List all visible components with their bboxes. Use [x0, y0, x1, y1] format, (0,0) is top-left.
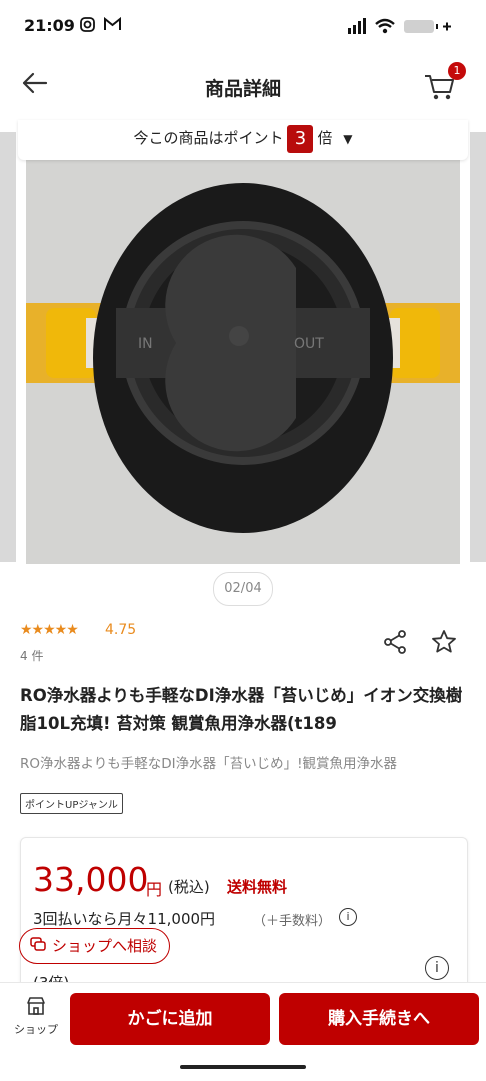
gmail-icon [104, 16, 121, 35]
caret-down-icon: ▼ [343, 132, 353, 146]
app-bar: 商品詳細 [0, 52, 486, 120]
chat-icon [30, 930, 46, 964]
point-multiplier: 3 [287, 124, 314, 153]
point-info-icon[interactable]: i [425, 956, 449, 980]
page-title: 商品詳細 [204, 78, 281, 100]
product-title: RO浄水器よりも手軽なDI浄水器「苔いじめ」イオン交換樹脂10L充填! 苔対策 … [20, 686, 463, 733]
page-indicator: 02/04 [213, 572, 273, 606]
status-bar: 21:09 [0, 0, 486, 52]
signal-icon [348, 18, 366, 34]
wifi-icon [375, 18, 395, 34]
shop-icon [27, 997, 45, 1015]
next-image-peek[interactable] [470, 132, 486, 562]
price-amount: 33,000 [33, 860, 149, 899]
instagram-icon [80, 17, 95, 36]
rating-stars[interactable]: ★★★★★ [20, 622, 79, 638]
favorite-star-icon[interactable] [430, 628, 458, 656]
add-to-cart-button[interactable]: かごに追加 [70, 993, 270, 1045]
point-banner[interactable]: 今この商品はポイント 3 倍 ▼ [18, 120, 468, 160]
point-prefix: 今この商品はポイント [133, 129, 284, 147]
installment-info-icon[interactable]: i [339, 908, 357, 926]
consult-shop-button[interactable]: ショップへ相談 [19, 928, 171, 964]
battery-icon [404, 20, 451, 33]
rating-value[interactable]: 4.75 [105, 622, 136, 638]
home-indicator[interactable] [180, 1065, 306, 1069]
image-out-label: OUT [294, 336, 324, 352]
product-image[interactable]: IN OUT [26, 158, 460, 564]
consult-label: ショップへ相談 [52, 937, 158, 955]
point-suffix: 倍 [317, 129, 333, 147]
installment-text: 3回払いなら月々11,000円 [33, 910, 216, 928]
shop-button[interactable]: ショップ [8, 995, 64, 1047]
price-currency: 円 [146, 880, 163, 899]
status-time: 21:09 [24, 16, 75, 35]
share-icon[interactable] [381, 628, 409, 656]
bottom-action-bar: ショップ かごに追加 購入手続きへ [0, 982, 486, 1081]
shipping-label: 送料無料 [227, 878, 288, 896]
status-indicators [348, 16, 458, 36]
product-subtitle: RO浄水器よりも手軽なDI浄水器「苔いじめ」!観賞魚用浄水器 [20, 756, 398, 772]
tax-label: (税込) [168, 878, 210, 896]
buy-button[interactable]: 購入手続きへ [279, 993, 479, 1045]
shop-label: ショップ [14, 1023, 58, 1036]
review-count[interactable]: 4 件 [20, 647, 43, 664]
image-gallery[interactable]: IN OUT 今この商品はポイント 3 倍 ▼ [0, 120, 486, 564]
prev-image-peek[interactable] [0, 132, 16, 562]
cart-count-badge: 1 [448, 62, 466, 80]
genre-tag[interactable]: ポイントUPジャンル [20, 793, 123, 814]
fee-note: （＋手数料） [253, 914, 332, 929]
image-in-label: IN [138, 336, 153, 352]
